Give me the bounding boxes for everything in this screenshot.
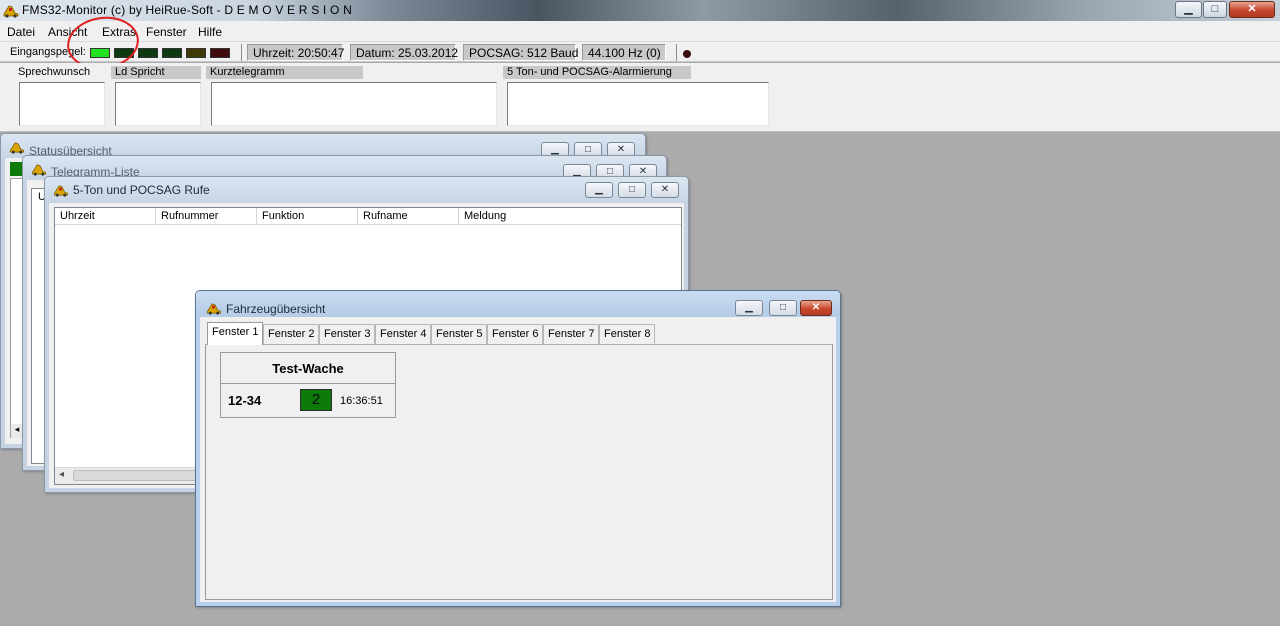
close-button[interactable]: ✕ — [800, 300, 832, 316]
column-header-rufname[interactable]: Rufname — [358, 208, 459, 225]
kurztelegramm-box — [211, 82, 497, 126]
tab-page: Test-Wache 12-34 2 16:36:51 — [205, 344, 833, 600]
date-field: Datum: 25.03.2012 — [350, 44, 458, 61]
tab-fenster-3[interactable]: Fenster 3 — [319, 324, 376, 344]
activity-indicator — [683, 50, 691, 58]
menu-fenster[interactable]: Fenster — [146, 25, 187, 39]
fire-truck-icon — [10, 142, 24, 154]
fire-truck-icon — [207, 303, 221, 315]
maximize-button[interactable]: □ — [1203, 1, 1227, 18]
minimize-button[interactable]: ▁ — [1175, 1, 1202, 18]
sprechwunsch-label: Sprechwunsch — [18, 66, 91, 78]
tab-fenster-5[interactable]: Fenster 5 — [431, 324, 488, 344]
scroll-thumb[interactable] — [73, 470, 203, 481]
window-title: 5-Ton und POCSAG Rufe — [73, 183, 210, 197]
maximize-button[interactable]: □ — [769, 300, 797, 316]
kurztelegramm-label: Kurztelegramm — [206, 66, 363, 79]
menu-bar: Datei Ansicht Extras Fenster Hilfe — [0, 21, 1280, 42]
vehicle-status-badge[interactable]: 2 — [300, 389, 332, 411]
alarm-box — [507, 82, 769, 126]
column-header-funktion[interactable]: Funktion — [257, 208, 358, 225]
scroll-left-arrow[interactable]: ◂ — [59, 469, 64, 480]
tab-fenster-7[interactable]: Fenster 7 — [543, 324, 600, 344]
tab-fenster-8[interactable]: Fenster 8 — [599, 324, 656, 344]
app-title: FMS32-Monitor (c) by HeiRue-Soft - D E M… — [22, 3, 352, 17]
column-header-rufnummer[interactable]: Rufnummer — [156, 208, 257, 225]
sprechwunsch-box — [19, 82, 105, 126]
level-led-6 — [210, 48, 230, 58]
minimize-button[interactable]: ▁ — [585, 182, 613, 198]
level-led-5 — [186, 48, 206, 58]
app-title-bar: FMS32-Monitor (c) by HeiRue-Soft - D E M… — [0, 0, 1280, 21]
vehicle-id: 12-34 — [228, 393, 262, 408]
status-toolbar: Eingangspegel: Uhrzeit: 20:50:47 Datum: … — [0, 42, 1280, 62]
window-title: Fahrzeugübersicht — [226, 302, 326, 316]
menu-hilfe[interactable]: Hilfe — [198, 25, 222, 39]
close-button[interactable]: ✕ — [1229, 1, 1275, 18]
fire-truck-icon — [3, 5, 19, 18]
pocsag-field: POCSAG: 512 Baud — [463, 44, 578, 61]
station-card: Test-Wache 12-34 2 16:36:51 — [220, 352, 396, 418]
tab-fenster-2[interactable]: Fenster 2 — [263, 324, 320, 344]
maximize-button[interactable]: □ — [618, 182, 646, 198]
tab-fenster-6[interactable]: Fenster 6 — [487, 324, 544, 344]
ld-spricht-box — [115, 82, 201, 126]
tab-strip: Fenster 1 Fenster 2 Fenster 3 Fenster 4 … — [205, 322, 833, 346]
tab-fenster-1[interactable]: Fenster 1 — [207, 322, 264, 345]
column-header-uhrzeit[interactable]: Uhrzeit — [55, 208, 156, 225]
level-led-4 — [162, 48, 182, 58]
station-name: Test-Wache — [221, 353, 395, 384]
ld-spricht-label: Ld Spricht — [111, 66, 201, 79]
vehicle-status-time: 16:36:51 — [340, 395, 383, 407]
close-button[interactable]: ✕ — [651, 182, 679, 198]
time-field: Uhrzeit: 20:50:47 — [247, 44, 344, 61]
menu-datei[interactable]: Datei — [7, 25, 35, 39]
fire-truck-icon — [54, 185, 68, 197]
divider — [676, 44, 677, 61]
minimize-button[interactable]: ▁ — [735, 300, 763, 316]
vehicle-overview-window[interactable]: Fahrzeugübersicht ▁ □ ✕ Fenster 1 Fenste… — [195, 290, 841, 607]
level-led-3 — [138, 48, 158, 58]
alarm-panels: Sprechwunsch Ld Spricht Kurztelegramm 5 … — [0, 63, 1280, 132]
divider — [241, 44, 242, 61]
fire-truck-icon — [32, 164, 46, 176]
frequency-field: 44.100 Hz (0) — [582, 44, 666, 61]
tab-fenster-4[interactable]: Fenster 4 — [375, 324, 432, 344]
column-header-meldung[interactable]: Meldung — [459, 208, 681, 225]
alarm-label: 5 Ton- und POCSAG-Alarmierung — [503, 66, 691, 79]
